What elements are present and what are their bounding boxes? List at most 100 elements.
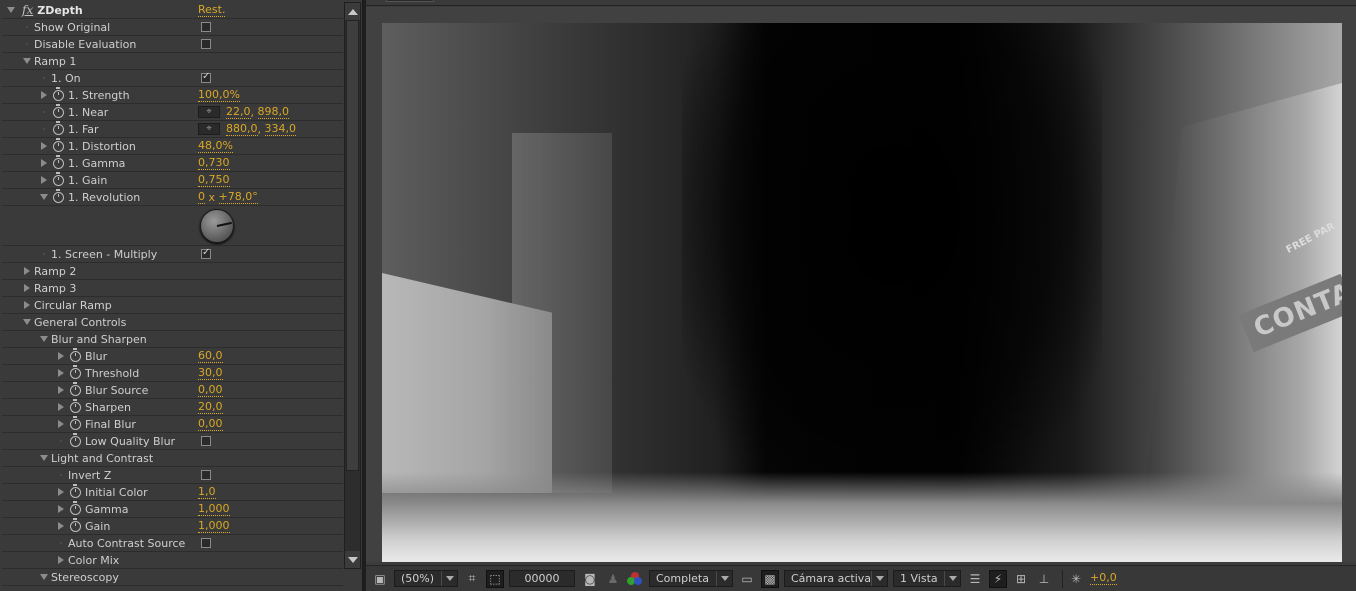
- effect-header-row[interactable]: fx ZDepth Rest.: [2, 2, 343, 19]
- always-preview-icon[interactable]: ▣: [371, 570, 389, 588]
- angle-revolutions-value[interactable]: 0: [198, 190, 205, 204]
- show-snapshot-person-icon[interactable]: ♟: [604, 570, 622, 588]
- stopwatch-icon[interactable]: [70, 518, 81, 532]
- twirl-closed-icon[interactable]: [56, 402, 66, 412]
- view-layout-dropdown[interactable]: 1 Vista: [893, 570, 961, 587]
- chevron-down-icon[interactable]: [944, 571, 960, 586]
- scroll-up-arrow-icon[interactable]: [345, 3, 360, 20]
- chevron-down-icon[interactable]: [716, 571, 732, 586]
- stopwatch-icon[interactable]: [53, 87, 64, 101]
- twirl-closed-icon[interactable]: [56, 368, 66, 378]
- point-crosshair-icon[interactable]: ⌖: [198, 106, 220, 118]
- flowchart-icon[interactable]: ⊥: [1035, 570, 1053, 588]
- stopwatch-icon[interactable]: [70, 433, 81, 447]
- title-action-safe-icon[interactable]: ⌗: [463, 570, 481, 588]
- viewer-tab[interactable]: [386, 0, 434, 2]
- property-value[interactable]: 1,0: [198, 485, 216, 499]
- property-checkbox[interactable]: [201, 22, 211, 32]
- property-row[interactable]: Ramp 1: [2, 53, 343, 70]
- twirl-closed-icon[interactable]: [56, 555, 66, 565]
- twirl-closed-icon[interactable]: [56, 351, 66, 361]
- property-value[interactable]: 1,000: [198, 519, 230, 533]
- snapshot-camera-icon[interactable]: ◙: [581, 570, 599, 588]
- property-row[interactable]: Circular Ramp: [2, 297, 343, 314]
- property-row[interactable]: Blur and Sharpen: [2, 331, 343, 348]
- twirl-closed-icon[interactable]: [39, 90, 49, 100]
- current-time-field[interactable]: 00000: [509, 570, 575, 587]
- twirl-open-icon[interactable]: [39, 192, 49, 202]
- property-value[interactable]: 0,730: [198, 156, 230, 170]
- twirl-closed-icon[interactable]: [56, 521, 66, 531]
- property-row[interactable]: General Controls: [2, 314, 343, 331]
- pixel-aspect-icon[interactable]: ☰: [966, 570, 984, 588]
- twirl-closed-icon[interactable]: [22, 283, 32, 293]
- point-y-value[interactable]: 898,0: [257, 105, 289, 119]
- channel-rgb-icon[interactable]: [627, 571, 643, 586]
- twirl-closed-icon[interactable]: [56, 385, 66, 395]
- fx-icon[interactable]: fx: [22, 3, 33, 17]
- twirl-open-icon[interactable]: [22, 56, 32, 66]
- twirl-open-icon[interactable]: [22, 317, 32, 327]
- twirl-open-icon[interactable]: [6, 5, 16, 15]
- property-row[interactable]: Light and Contrast: [2, 450, 343, 467]
- property-value[interactable]: 48,0%: [198, 139, 233, 153]
- angle-dial-knob[interactable]: [200, 209, 234, 243]
- scroll-down-arrow-icon[interactable]: [345, 551, 360, 568]
- stopwatch-icon[interactable]: [70, 501, 81, 515]
- property-value[interactable]: 20,0: [198, 400, 223, 414]
- stopwatch-icon[interactable]: [53, 189, 64, 203]
- resolution-dropdown[interactable]: Completa: [649, 570, 733, 587]
- depth-render-image[interactable]: FREE PAR CONTA: [382, 23, 1342, 562]
- twirl-closed-icon[interactable]: [56, 504, 66, 514]
- twirl-closed-icon[interactable]: [56, 487, 66, 497]
- property-checkbox[interactable]: [201, 247, 211, 259]
- property-checkbox[interactable]: [201, 538, 211, 548]
- twirl-open-icon[interactable]: [39, 334, 49, 344]
- point-y-value[interactable]: 334,0: [264, 122, 296, 136]
- stopwatch-icon[interactable]: [70, 365, 81, 379]
- stopwatch-icon[interactable]: [53, 104, 64, 118]
- stopwatch-icon[interactable]: [53, 155, 64, 169]
- timeline-icon[interactable]: ⊞: [1012, 570, 1030, 588]
- twirl-closed-icon[interactable]: [22, 300, 32, 310]
- fast-previews-icon[interactable]: ⚡: [989, 569, 1007, 588]
- effect-panel-scrollbar[interactable]: [344, 2, 361, 569]
- property-checkbox[interactable]: [201, 436, 211, 446]
- property-value[interactable]: 0,00: [198, 383, 223, 397]
- toggle-mask-visibility-icon[interactable]: ⬚: [486, 569, 504, 588]
- property-value[interactable]: 30,0: [198, 366, 223, 380]
- twirl-closed-icon[interactable]: [39, 175, 49, 185]
- stopwatch-icon[interactable]: [70, 484, 81, 498]
- twirl-closed-icon[interactable]: [22, 266, 32, 276]
- stopwatch-icon[interactable]: [70, 399, 81, 413]
- property-row[interactable]: Color Mix: [2, 552, 343, 569]
- stopwatch-icon[interactable]: [70, 382, 81, 396]
- property-checkbox[interactable]: [201, 71, 211, 83]
- point-x-value[interactable]: 880,0: [226, 122, 258, 136]
- stopwatch-icon[interactable]: [53, 121, 64, 135]
- reset-link[interactable]: Rest.: [198, 3, 226, 17]
- exposure-value[interactable]: +0,0: [1090, 572, 1117, 585]
- stopwatch-icon[interactable]: [53, 138, 64, 152]
- chevron-down-icon[interactable]: [871, 571, 887, 586]
- twirl-closed-icon[interactable]: [56, 419, 66, 429]
- stopwatch-icon[interactable]: [70, 416, 81, 430]
- property-checkbox[interactable]: [201, 470, 211, 480]
- property-row[interactable]: Ramp 2: [2, 263, 343, 280]
- property-value[interactable]: 60,0: [198, 349, 223, 363]
- property-value[interactable]: 1,000: [198, 502, 230, 516]
- stopwatch-icon[interactable]: [70, 348, 81, 362]
- property-value[interactable]: 0,750: [198, 173, 230, 187]
- transparency-grid-icon[interactable]: ▩: [761, 569, 779, 588]
- property-row[interactable]: Ramp 3: [2, 280, 343, 297]
- property-value[interactable]: 100,0%: [198, 88, 240, 102]
- reset-exposure-icon[interactable]: ✳: [1067, 570, 1085, 588]
- region-of-interest-icon[interactable]: ▭: [738, 570, 756, 588]
- twirl-closed-icon[interactable]: [39, 158, 49, 168]
- camera-view-dropdown[interactable]: Cámara activa: [784, 570, 888, 587]
- twirl-open-icon[interactable]: [39, 453, 49, 463]
- magnification-dropdown[interactable]: (50%): [394, 570, 458, 587]
- property-checkbox[interactable]: [201, 39, 211, 49]
- property-value[interactable]: 0,00: [198, 417, 223, 431]
- scrollbar-thumb[interactable]: [346, 20, 359, 471]
